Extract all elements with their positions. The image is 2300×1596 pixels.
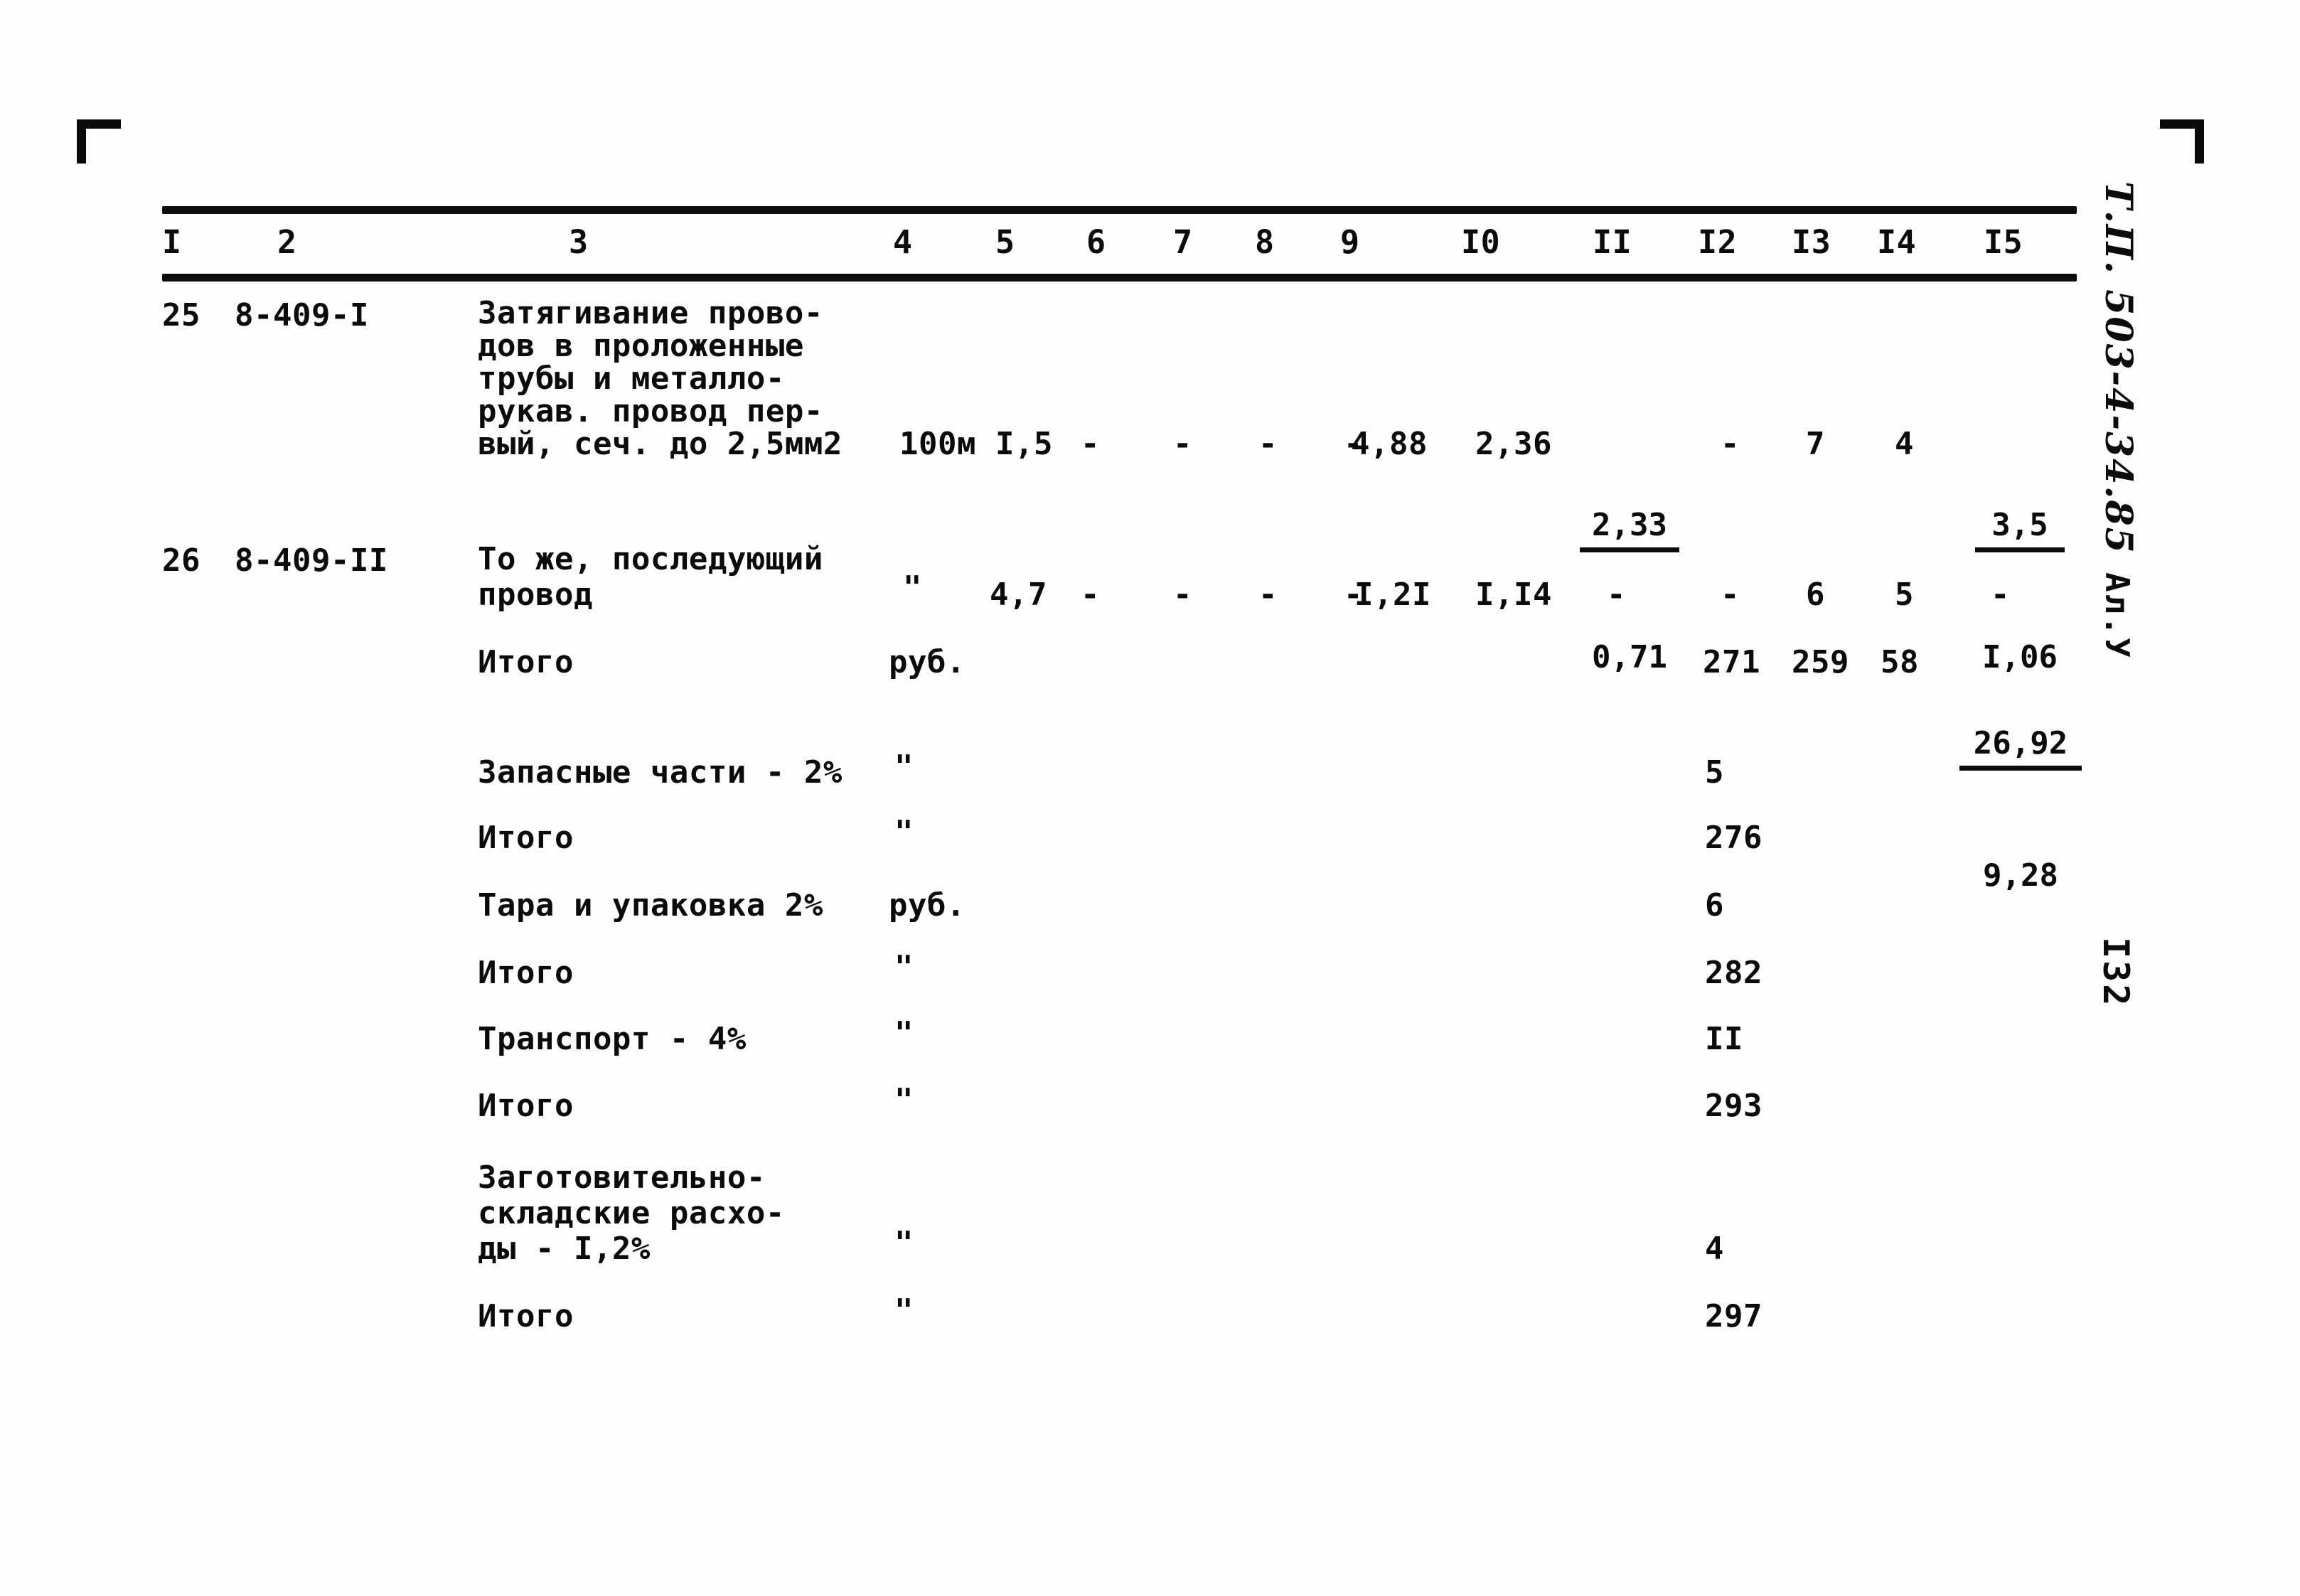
column-header-2: 2 (277, 223, 297, 261)
column-header-6: 6 (1086, 223, 1106, 261)
corner-mark-top-right (2160, 119, 2204, 164)
row-25-col8: - (1258, 426, 1278, 462)
summary-row-3-col12: 6 (1705, 887, 1724, 923)
summary-row-4-label: Итого (478, 955, 574, 991)
column-header-5: 5 (995, 223, 1015, 261)
summary-row-5-label: Транспорт - 4% (478, 1021, 747, 1057)
summary-row-0-unit: руб. (889, 644, 966, 680)
summary-row-6-label: Итого (478, 1088, 574, 1124)
summary-row-8-label: Итого (478, 1298, 574, 1334)
summary-row-7-label-line-2: складские расхо- (478, 1195, 785, 1231)
row-26-col11: I,I4 (1475, 577, 1552, 613)
row-25-col15: 4 (1895, 426, 1914, 462)
summary-row-1-unit: " (894, 749, 914, 785)
summary-row-8-unit: " (894, 1292, 914, 1329)
row-25-col16-numerator: 3,5 (1975, 505, 2065, 552)
summary-row-5-col12: II (1705, 1021, 1743, 1057)
row-25-col11: 2,36 (1475, 426, 1552, 462)
summary-row-2-unit: " (894, 814, 914, 850)
row-25-col7: - (1173, 426, 1192, 462)
row-26-col12: - (1607, 577, 1626, 613)
row-26-unit: " (903, 569, 922, 606)
summary-row-0-col15-numerator: 26,92 (1959, 723, 2082, 771)
summary-row-7-label-line-1: Заготовительно- (478, 1159, 766, 1196)
row-26-number: 26 (162, 542, 200, 579)
row-26-col13: - (1721, 577, 1740, 613)
summary-row-2-col12: 276 (1705, 820, 1763, 856)
summary-row-0-col14: 58 (1881, 644, 1919, 680)
summary-row-3-label: Тара и упаковка 2% (478, 887, 823, 923)
summary-row-7-unit: " (894, 1225, 914, 1261)
column-header-3: 3 (569, 223, 589, 261)
row-25-col12-denominator: 0,71 (1592, 638, 1667, 675)
column-header-4: 4 (893, 223, 913, 261)
summary-row-1-col12: 5 (1705, 754, 1724, 791)
row-25-col10: 4,88 (1351, 426, 1428, 462)
summary-row-0-col15-denominator: 9,28 (1983, 857, 2058, 894)
summary-row-8-col12: 297 (1705, 1298, 1763, 1334)
row-26-col6: - (1081, 577, 1100, 613)
scanned-page: I 2 3 4 5 6 7 8 9 I0 II I2 I3 I4 I5 25 8… (0, 0, 2300, 1596)
column-header-7: 7 (1173, 223, 1193, 261)
row-25-col5: I,5 (995, 426, 1053, 462)
table-rule-top (162, 206, 2077, 214)
summary-row-0-col13: 259 (1792, 644, 1849, 680)
column-header-15: I5 (1984, 223, 2023, 261)
row-26-col7: - (1173, 577, 1192, 613)
row-25-col14: 7 (1806, 426, 1825, 462)
column-header-8: 8 (1255, 223, 1275, 261)
row-26-description-line-1: То же, последующий (478, 541, 823, 577)
summary-row-7-col12: 4 (1705, 1231, 1724, 1267)
row-26-col8: - (1258, 577, 1278, 613)
row-26-col15: 5 (1895, 577, 1914, 613)
row-25-description-line-5: вый, сеч. до 2,5мм2 (478, 426, 843, 462)
row-26-col14: 6 (1806, 577, 1825, 613)
sheet-label: Ал.У (2098, 572, 2136, 660)
row-25-unit: 100м (899, 426, 976, 462)
summary-row-2-label: Итого (478, 820, 574, 856)
column-header-11: II (1593, 223, 1632, 261)
corner-mark-top-left (77, 119, 121, 164)
row-25-code: 8-409-I (235, 297, 369, 333)
summary-row-1-label: Запасные части - 2% (478, 754, 843, 791)
column-header-13: I3 (1792, 223, 1831, 261)
summary-row-6-unit: " (894, 1082, 914, 1118)
column-header-14: I4 (1877, 223, 1917, 261)
row-25-col6: - (1081, 426, 1100, 462)
row-26-code: 8-409-II (235, 542, 388, 579)
row-25-col12-fraction: 2,33 0,71 (1580, 424, 1679, 759)
column-header-1: I (162, 223, 182, 261)
row-26-col16: - (1991, 577, 2010, 613)
page-number: I32 (2095, 937, 2136, 1008)
row-26-description-line-2: провод (478, 577, 593, 613)
row-25-number: 25 (162, 297, 200, 333)
summary-row-0-col12: 271 (1703, 644, 1760, 680)
summary-row-0-label: Итого (478, 644, 574, 680)
column-header-9: 9 (1340, 223, 1360, 261)
column-header-12: I2 (1698, 223, 1738, 261)
row-25-col12-numerator: 2,33 (1580, 505, 1679, 552)
column-header-10: I0 (1461, 223, 1501, 261)
document-stamp: Т.П. 503-4-34.85 (2097, 181, 2140, 555)
summary-row-4-col12: 282 (1705, 955, 1763, 991)
summary-row-0-col15-fraction: 26,92 9,28 (1959, 642, 2082, 978)
table-rule-bottom (162, 274, 2077, 282)
row-26-col10: I,2I (1354, 577, 1431, 613)
row-26-col5: 4,7 (990, 577, 1047, 613)
summary-row-6-col12: 293 (1705, 1088, 1763, 1124)
summary-row-7-label-line-3: ды - I,2% (478, 1231, 651, 1267)
summary-row-3-unit: руб. (889, 887, 966, 923)
summary-row-4-unit: " (894, 949, 914, 985)
row-25-col13: - (1721, 426, 1740, 462)
summary-row-5-unit: " (894, 1015, 914, 1051)
